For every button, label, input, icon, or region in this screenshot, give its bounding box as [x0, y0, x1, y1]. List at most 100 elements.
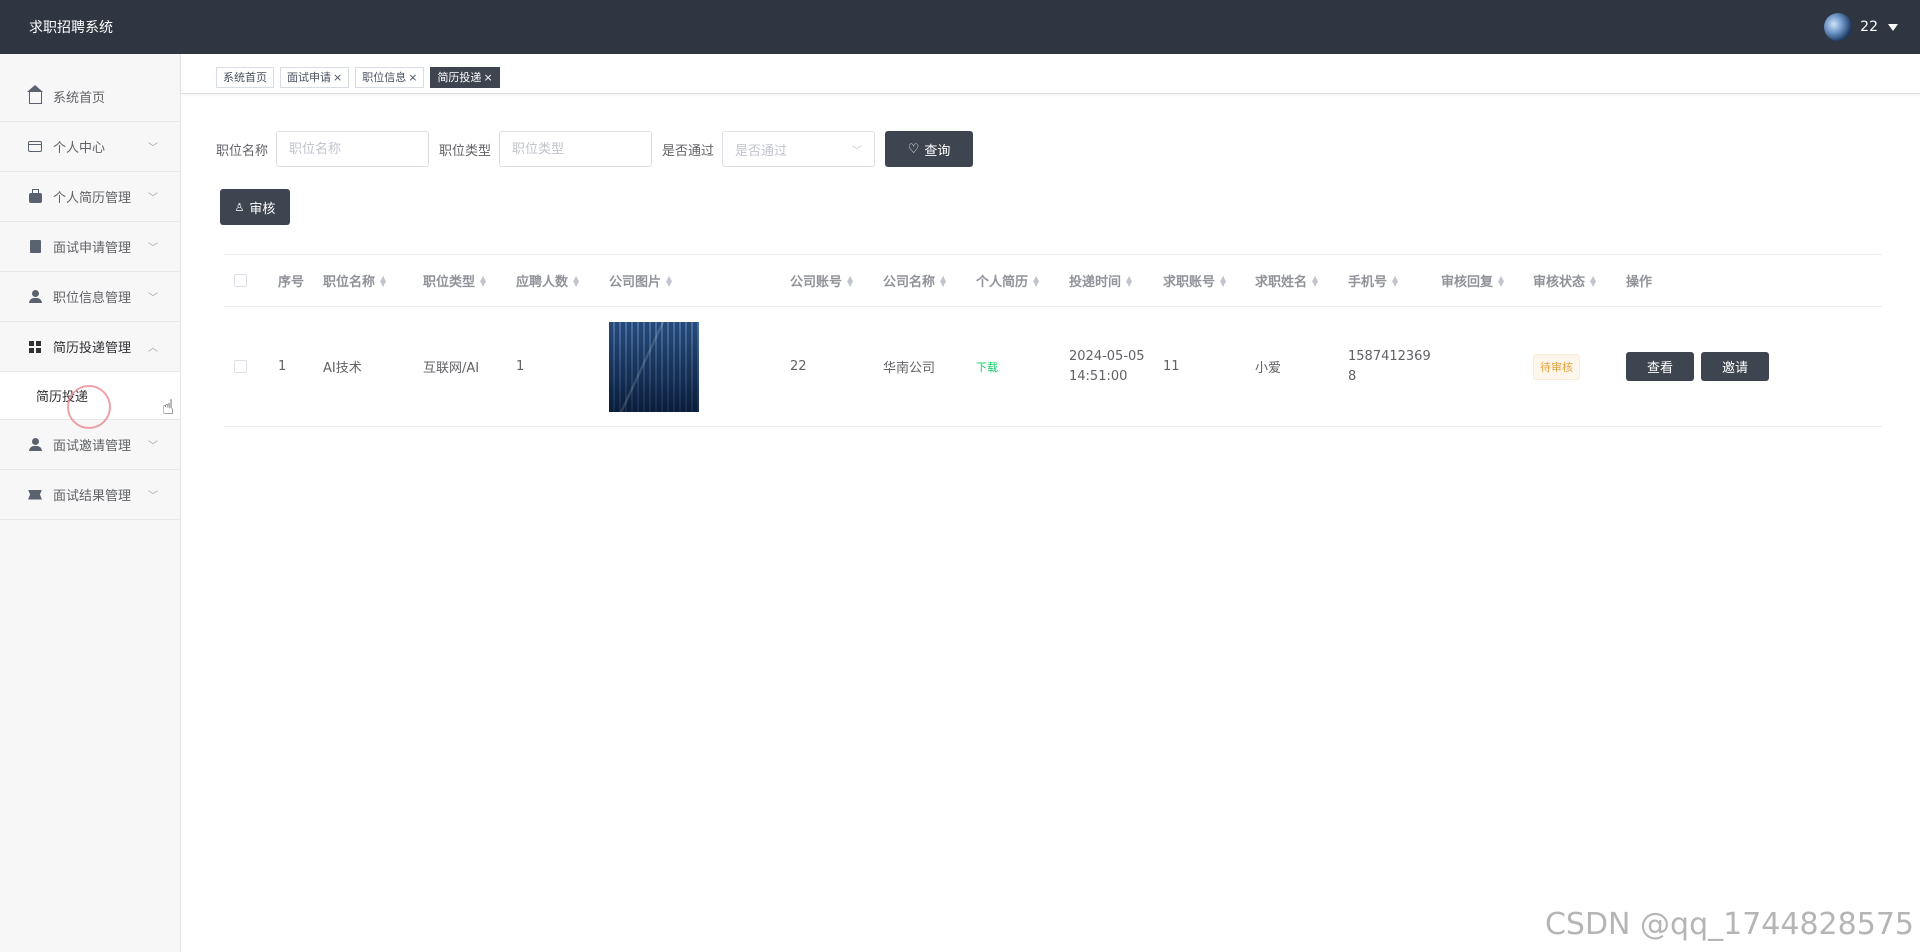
clipboard-icon — [28, 240, 42, 254]
column-header[interactable]: 手机号 — [1348, 271, 1387, 290]
chevron-down-icon: ﹀ — [148, 143, 158, 154]
sidebar-item-personal-center[interactable]: 个人中心 ﹀ — [0, 122, 180, 172]
column-header[interactable]: 公司名称 — [883, 271, 935, 290]
tab-resume-delivery[interactable]: 简历投递 × — [430, 67, 500, 88]
tab-label: 职位信息 — [362, 71, 407, 84]
cell-job-type: 互联网/AI — [423, 361, 480, 376]
column-header[interactable]: 投递时间 — [1069, 271, 1121, 290]
tab-job-info[interactable]: 职位信息 × — [355, 67, 425, 88]
username[interactable]: 22 — [1860, 19, 1878, 35]
row-checkbox[interactable] — [234, 360, 247, 373]
column-header: 操作 — [1626, 275, 1653, 290]
passed-label: 是否通过 — [662, 143, 715, 159]
tab-interview-application[interactable]: 面试申请 × — [280, 67, 350, 88]
sidebar-subitem-resume-delivery[interactable]: 简历投递 — [0, 372, 180, 429]
sort-icon[interactable]: ▲ ▼ — [1312, 274, 1318, 287]
cell-seeker-name: 小爱 — [1255, 361, 1282, 376]
sort-icon[interactable]: ▲ ▼ — [573, 274, 579, 287]
close-icon[interactable]: × — [483, 68, 492, 87]
sidebar-item-resume-delivery[interactable]: 简历投递管理 ︿ — [0, 322, 180, 372]
main-content: 系统首页 面试申请× 职位信息× 简历投递× 职位名称 职位类型 是否通过 是否… — [181, 54, 1920, 952]
avatar[interactable] — [1824, 13, 1853, 41]
chevron-down-icon: ﹀ — [148, 243, 158, 254]
column-header[interactable]: 职位类型 — [423, 271, 475, 290]
sidebar-item-home[interactable]: 系统首页 — [0, 72, 180, 122]
tags-bar: 系统首页 面试申请 × 职位信息 × 简历投递 × — [181, 54, 1920, 94]
sort-icon[interactable]: ▲ ▼ — [1033, 274, 1039, 287]
job-name-input[interactable] — [276, 131, 430, 167]
column-header: 序号 — [278, 275, 305, 290]
cell-company-name: 华南公司 — [883, 361, 936, 376]
chevron-down-icon: ﹀ — [148, 293, 158, 304]
sort-icon[interactable]: ▲ ▼ — [1590, 274, 1596, 287]
passed-select[interactable]: 是否通过 ﹀ — [722, 131, 876, 167]
audit-button[interactable]: ♙ 审核 — [220, 189, 290, 225]
caret-down-icon[interactable] — [1888, 23, 1898, 31]
sidebar-item-label: 系统首页 — [53, 91, 106, 106]
user-tie-icon — [28, 438, 42, 452]
tab-label: 面试申请 — [287, 71, 331, 84]
search-form: 职位名称 职位类型 是否通过 是否通过 ﹀ ♡ 查询 — [216, 131, 974, 167]
sort-icon[interactable]: ▲ ▼ — [1220, 274, 1226, 287]
select-all-checkbox[interactable] — [234, 274, 247, 287]
sidebar-item-label: 职位信息管理 — [53, 291, 132, 306]
column-header[interactable]: 求职姓名 — [1255, 271, 1307, 290]
column-header[interactable]: 公司图片 — [609, 271, 661, 290]
column-header[interactable]: 审核状态 — [1533, 271, 1585, 290]
sort-icon[interactable]: ▲ ▼ — [1126, 274, 1132, 287]
column-header[interactable]: 审核回复 — [1441, 271, 1493, 290]
cell-phone: 1587412369 8 — [1348, 347, 1431, 387]
column-header[interactable]: 求职账号 — [1163, 271, 1215, 290]
top-header: 求职招聘系统 22 — [0, 0, 1920, 54]
sort-icon[interactable]: ▲ ▼ — [480, 274, 486, 287]
sidebar-item-label: 简历投递管理 — [53, 341, 132, 356]
card-icon — [28, 140, 42, 154]
chevron-down-icon: ﹀ — [148, 441, 158, 452]
close-icon[interactable]: × — [408, 68, 417, 87]
query-button[interactable]: ♡ 查询 — [885, 131, 974, 167]
column-header[interactable]: 公司账号 — [790, 271, 842, 290]
sidebar-item-label: 个人简历管理 — [53, 191, 132, 206]
job-type-input[interactable] — [499, 131, 653, 167]
sidebar-item-label: 面试结果管理 — [53, 489, 132, 504]
heart-icon: ♡ — [907, 141, 920, 157]
sidebar-item-job-info[interactable]: 职位信息管理 ﹀ — [0, 272, 180, 322]
column-header[interactable]: 个人简历 — [976, 271, 1028, 290]
watermark: CSDN @qq_1744828575 — [1544, 907, 1914, 942]
cell-seeker-account: 11 — [1163, 359, 1180, 374]
sidebar-item-resume-management[interactable]: 个人简历管理 ﹀ — [0, 172, 180, 222]
invite-button[interactable]: 邀请 — [1701, 352, 1769, 381]
user-icon — [28, 290, 42, 304]
briefcase-icon — [28, 189, 42, 204]
sort-icon[interactable]: ▲ ▼ — [940, 274, 946, 287]
submit-time: 14:51:00 — [1069, 368, 1128, 384]
tab-home[interactable]: 系统首页 — [216, 67, 274, 88]
view-button[interactable]: 查看 — [1626, 352, 1694, 381]
grid-icon — [28, 340, 42, 354]
column-header[interactable]: 应聘人数 — [516, 271, 568, 290]
job-type-label: 职位类型 — [439, 143, 492, 159]
sort-icon[interactable]: ▲ ▼ — [1498, 274, 1504, 287]
user-menu[interactable]: 22 — [1824, 13, 1898, 41]
column-header[interactable]: 职位名称 — [323, 271, 375, 290]
sidebar-item-interview-application[interactable]: 面试申请管理 ﹀ — [0, 222, 180, 272]
sidebar-item-interview-result[interactable]: 面试结果管理 ﹀ — [0, 470, 180, 520]
submit-date: 2024-05-05 — [1069, 348, 1145, 364]
tab-label: 简历投递 — [437, 71, 482, 84]
user-icon: ♙ — [234, 200, 245, 214]
resume-download-link[interactable]: 下载 — [976, 359, 998, 375]
app-title: 求职招聘系统 — [29, 20, 113, 36]
sidebar: 系统首页 个人中心 ﹀ 个人简历管理 ﹀ 面试申请管理 ﹀ 职位信息管理 ﹀ 简… — [0, 54, 181, 952]
sort-icon[interactable]: ▲ ▼ — [380, 274, 386, 287]
cell-submit-time: 2024-05-05 14:51:00 — [1069, 347, 1145, 387]
close-icon[interactable]: × — [333, 68, 342, 87]
cell-job-name: AI技术 — [323, 361, 362, 376]
click-ripple — [67, 385, 111, 429]
status-badge: 待审核 — [1533, 353, 1580, 380]
company-image[interactable] — [609, 321, 699, 412]
chevron-down-icon: ﹀ — [852, 145, 863, 157]
sort-icon[interactable]: ▲ ▼ — [1392, 274, 1398, 287]
phone-line-2: 8 — [1348, 368, 1357, 384]
sort-icon[interactable]: ▲ ▼ — [847, 274, 853, 287]
sort-icon[interactable]: ▲ ▼ — [666, 274, 672, 287]
